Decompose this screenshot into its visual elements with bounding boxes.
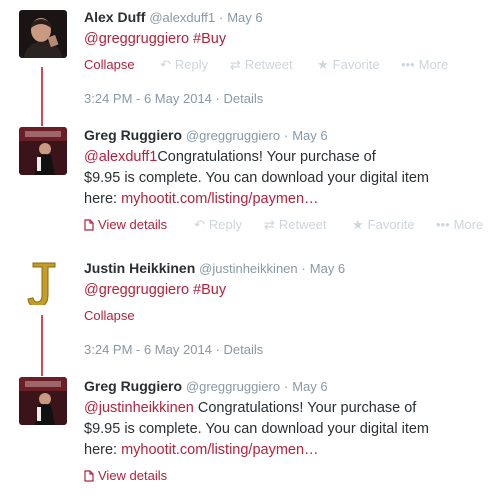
ellipsis-icon: •••: [436, 217, 450, 232]
reply-icon: ↶: [160, 57, 171, 72]
tweet-actions: View details: [84, 467, 500, 485]
more-label: More: [453, 217, 484, 232]
tweet-meta: 3:24 PM - 6 May 2014 · Details: [84, 91, 263, 106]
more-button[interactable]: ••• More: [401, 56, 448, 74]
tweet-4: Greg Ruggiero @greggruggiero · May 6 @ju…: [84, 377, 500, 485]
reply-label: Reply: [174, 57, 209, 72]
view-details-label: View details: [98, 468, 168, 483]
author-name[interactable]: Alex Duff: [84, 9, 145, 25]
tweet-text-line: here:: [84, 442, 122, 458]
tweet-header: Alex Duff @alexduff1 · May 6: [84, 8, 500, 27]
separator: ·: [301, 261, 306, 276]
author-name[interactable]: Greg Ruggiero: [84, 378, 182, 394]
separator: ·: [283, 128, 289, 143]
avatar-greg-ruggiero[interactable]: [19, 127, 67, 175]
mention-link[interactable]: @alexduff1: [84, 149, 157, 165]
hashtag-link[interactable]: #Buy: [193, 31, 226, 47]
mention-link[interactable]: @greggruggiero: [84, 31, 189, 47]
timestamp[interactable]: 3:24 PM - 6 May 2014: [84, 91, 212, 106]
reply-button[interactable]: ↶ Reply: [194, 216, 242, 234]
avatar-justin-heikkinen[interactable]: [19, 257, 67, 305]
separator: ·: [218, 10, 224, 25]
favorite-button[interactable]: ★ Favorite: [317, 56, 380, 74]
view-details-label: View details: [98, 217, 168, 232]
reply-button[interactable]: ↶ Reply: [160, 56, 208, 74]
tweet-text: @greggruggiero #Buy: [84, 280, 500, 301]
tweet-text-line: here:: [84, 191, 122, 207]
more-label: More: [418, 57, 449, 72]
tweet-date[interactable]: May 6: [310, 261, 345, 276]
ellipsis-icon: •••: [401, 57, 415, 72]
author-handle[interactable]: @justinheikkinen: [199, 261, 297, 276]
tweet-3: Justin Heikkinen @justinheikkinen · May …: [84, 259, 500, 325]
retweet-icon: ⇄: [230, 57, 241, 72]
tweet-text-line: $9.95 is complete. You can download your…: [84, 421, 429, 437]
tweet-text-line: Congratulations! Your purchase of: [193, 400, 417, 416]
separator: ·: [215, 91, 220, 106]
thread-connector: [41, 315, 43, 376]
reply-label: Reply: [208, 217, 243, 232]
tweet-1: Alex Duff @alexduff1 · May 6 @greggruggi…: [84, 8, 500, 74]
tweet-actions: Collapse ↶ Reply ⇄ Retweet ★ Favorite ••• Mo…: [84, 56, 500, 74]
tweet-text: @alexduff1Congratulations! Your purchase…: [84, 147, 500, 210]
tweet-actions: View details ↶ Reply ⇄ Retweet ★ Favorite •…: [84, 216, 500, 234]
retweet-label: Retweet: [278, 217, 327, 232]
document-icon: [84, 219, 94, 231]
retweet-button[interactable]: ⇄ Retweet: [264, 216, 327, 234]
details-link[interactable]: Details: [224, 91, 264, 106]
tweet-text: @justinheikkinen Congratulations! Your p…: [84, 398, 500, 461]
favorite-label: Favorite: [332, 57, 380, 72]
tweet-text-line: $9.95 is complete. You can download your…: [84, 170, 429, 186]
thread-connector: [41, 67, 43, 126]
avatar-greg-ruggiero[interactable]: [19, 377, 67, 425]
retweet-button[interactable]: ⇄ Retweet: [230, 56, 293, 74]
reply-icon: ↶: [194, 217, 205, 232]
more-button[interactable]: ••• More: [436, 216, 483, 234]
mention-link[interactable]: @greggruggiero: [84, 282, 189, 298]
tweet-2: Greg Ruggiero @greggruggiero · May 6 @al…: [84, 126, 500, 234]
mention-link[interactable]: @justinheikkinen: [84, 400, 194, 416]
favorite-button[interactable]: ★ Favorite: [352, 216, 415, 234]
tweet-date[interactable]: May 6: [227, 10, 262, 25]
hashtag-link[interactable]: #Buy: [193, 282, 226, 298]
author-name[interactable]: Justin Heikkinen: [84, 260, 195, 276]
separator: ·: [283, 379, 289, 394]
tweet-header: Greg Ruggiero @greggruggiero · May 6: [84, 377, 500, 396]
tweet-date[interactable]: May 6: [292, 128, 327, 143]
tweet-header: Greg Ruggiero @greggruggiero · May 6: [84, 126, 500, 145]
star-icon: ★: [317, 57, 329, 72]
collapse-button[interactable]: Collapse: [84, 307, 135, 325]
tweet-actions: Collapse: [84, 307, 500, 325]
listing-link[interactable]: myhootit.com/listing/paymen…: [121, 442, 318, 458]
author-handle[interactable]: @alexduff1: [149, 10, 215, 25]
author-handle[interactable]: @greggruggiero: [186, 128, 280, 143]
retweet-label: Retweet: [244, 57, 293, 72]
collapse-button[interactable]: Collapse: [84, 56, 135, 74]
author-handle[interactable]: @greggruggiero: [186, 379, 280, 394]
favorite-label: Favorite: [367, 217, 415, 232]
author-name[interactable]: Greg Ruggiero: [84, 127, 182, 143]
separator: ·: [215, 342, 220, 357]
tweet-text-line: Congratulations! Your purchase of: [157, 149, 376, 165]
timestamp[interactable]: 3:24 PM - 6 May 2014: [84, 342, 212, 357]
view-details-button[interactable]: View details: [84, 216, 167, 234]
listing-link[interactable]: myhootit.com/listing/paymen…: [121, 191, 318, 207]
details-link[interactable]: Details: [224, 342, 264, 357]
tweet-header: Justin Heikkinen @justinheikkinen · May …: [84, 259, 500, 278]
star-icon: ★: [352, 217, 364, 232]
tweet-meta: 3:24 PM - 6 May 2014 · Details: [84, 342, 263, 357]
tweet-date[interactable]: May 6: [292, 379, 327, 394]
view-details-button[interactable]: View details: [84, 467, 167, 485]
tweet-text: @greggruggiero #Buy: [84, 29, 500, 50]
retweet-icon: ⇄: [264, 217, 275, 232]
document-icon: [84, 470, 94, 482]
avatar-alex-duff[interactable]: [19, 10, 67, 58]
